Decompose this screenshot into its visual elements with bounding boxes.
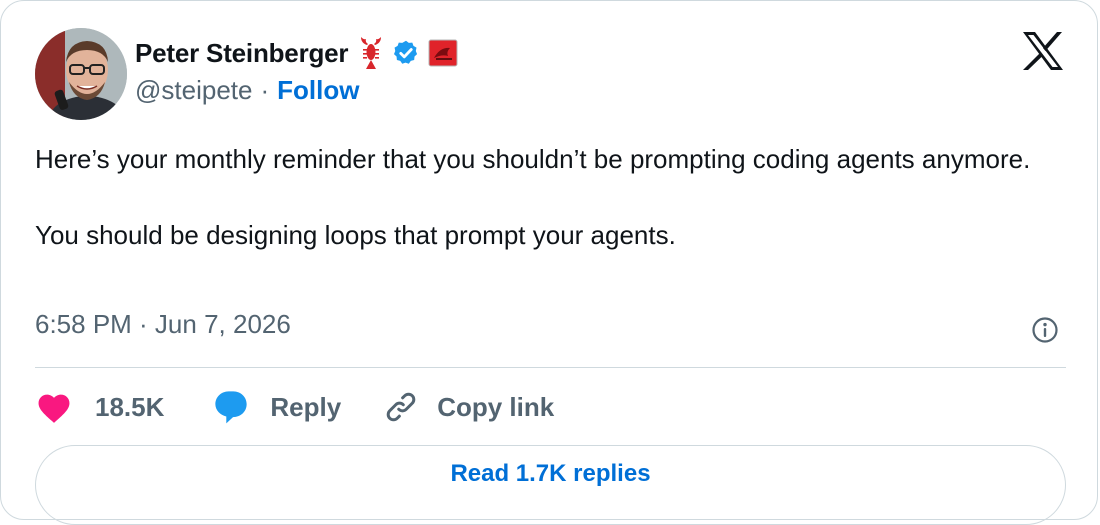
reply-button[interactable]: Reply <box>212 389 341 425</box>
avatar[interactable] <box>35 28 127 120</box>
verified-badge-icon[interactable] <box>392 39 420 67</box>
tweet-paragraph: You should be designing loops that promp… <box>35 220 676 250</box>
x-logo-icon[interactable] <box>1021 31 1065 71</box>
tweet-text: Here’s your monthly reminder that you sh… <box>35 140 1055 254</box>
like-button[interactable]: 18.5K <box>35 390 164 424</box>
copy-link-button[interactable]: Copy link <box>383 389 554 425</box>
action-bar: 18.5K Reply Copy link <box>35 385 554 429</box>
author-handle-row: @steipete · Follow <box>135 72 359 108</box>
tweet-timestamp[interactable]: 6:58 PM · Jun 7, 2026 <box>35 309 291 340</box>
avatar-photo <box>35 28 127 120</box>
heart-icon <box>35 390 73 424</box>
reply-bubble-icon <box>212 389 250 425</box>
follow-button[interactable]: Follow <box>277 75 359 106</box>
copy-link-label: Copy link <box>437 391 555 422</box>
author-name-row: Peter Steinberger <box>135 33 458 73</box>
tweet-card: Peter Steinberger @steipete · Follow Her… <box>0 0 1098 525</box>
like-count: 18.5K <box>95 391 165 422</box>
author-display-name[interactable]: Peter Steinberger <box>135 38 349 69</box>
tweet-paragraph: Here’s your monthly reminder that you sh… <box>35 144 1031 174</box>
info-icon[interactable] <box>1031 316 1059 344</box>
read-replies-button[interactable]: Read 1.7K replies <box>35 445 1066 525</box>
author-handle[interactable]: @steipete <box>135 75 252 106</box>
red-badge-icon[interactable] <box>428 39 458 67</box>
handle-separator: · <box>260 74 270 105</box>
divider <box>35 367 1066 368</box>
lobster-icon <box>358 36 384 70</box>
link-icon <box>383 389 419 425</box>
reply-label: Reply <box>270 391 342 422</box>
read-replies-label: Read 1.7K replies <box>450 460 651 487</box>
